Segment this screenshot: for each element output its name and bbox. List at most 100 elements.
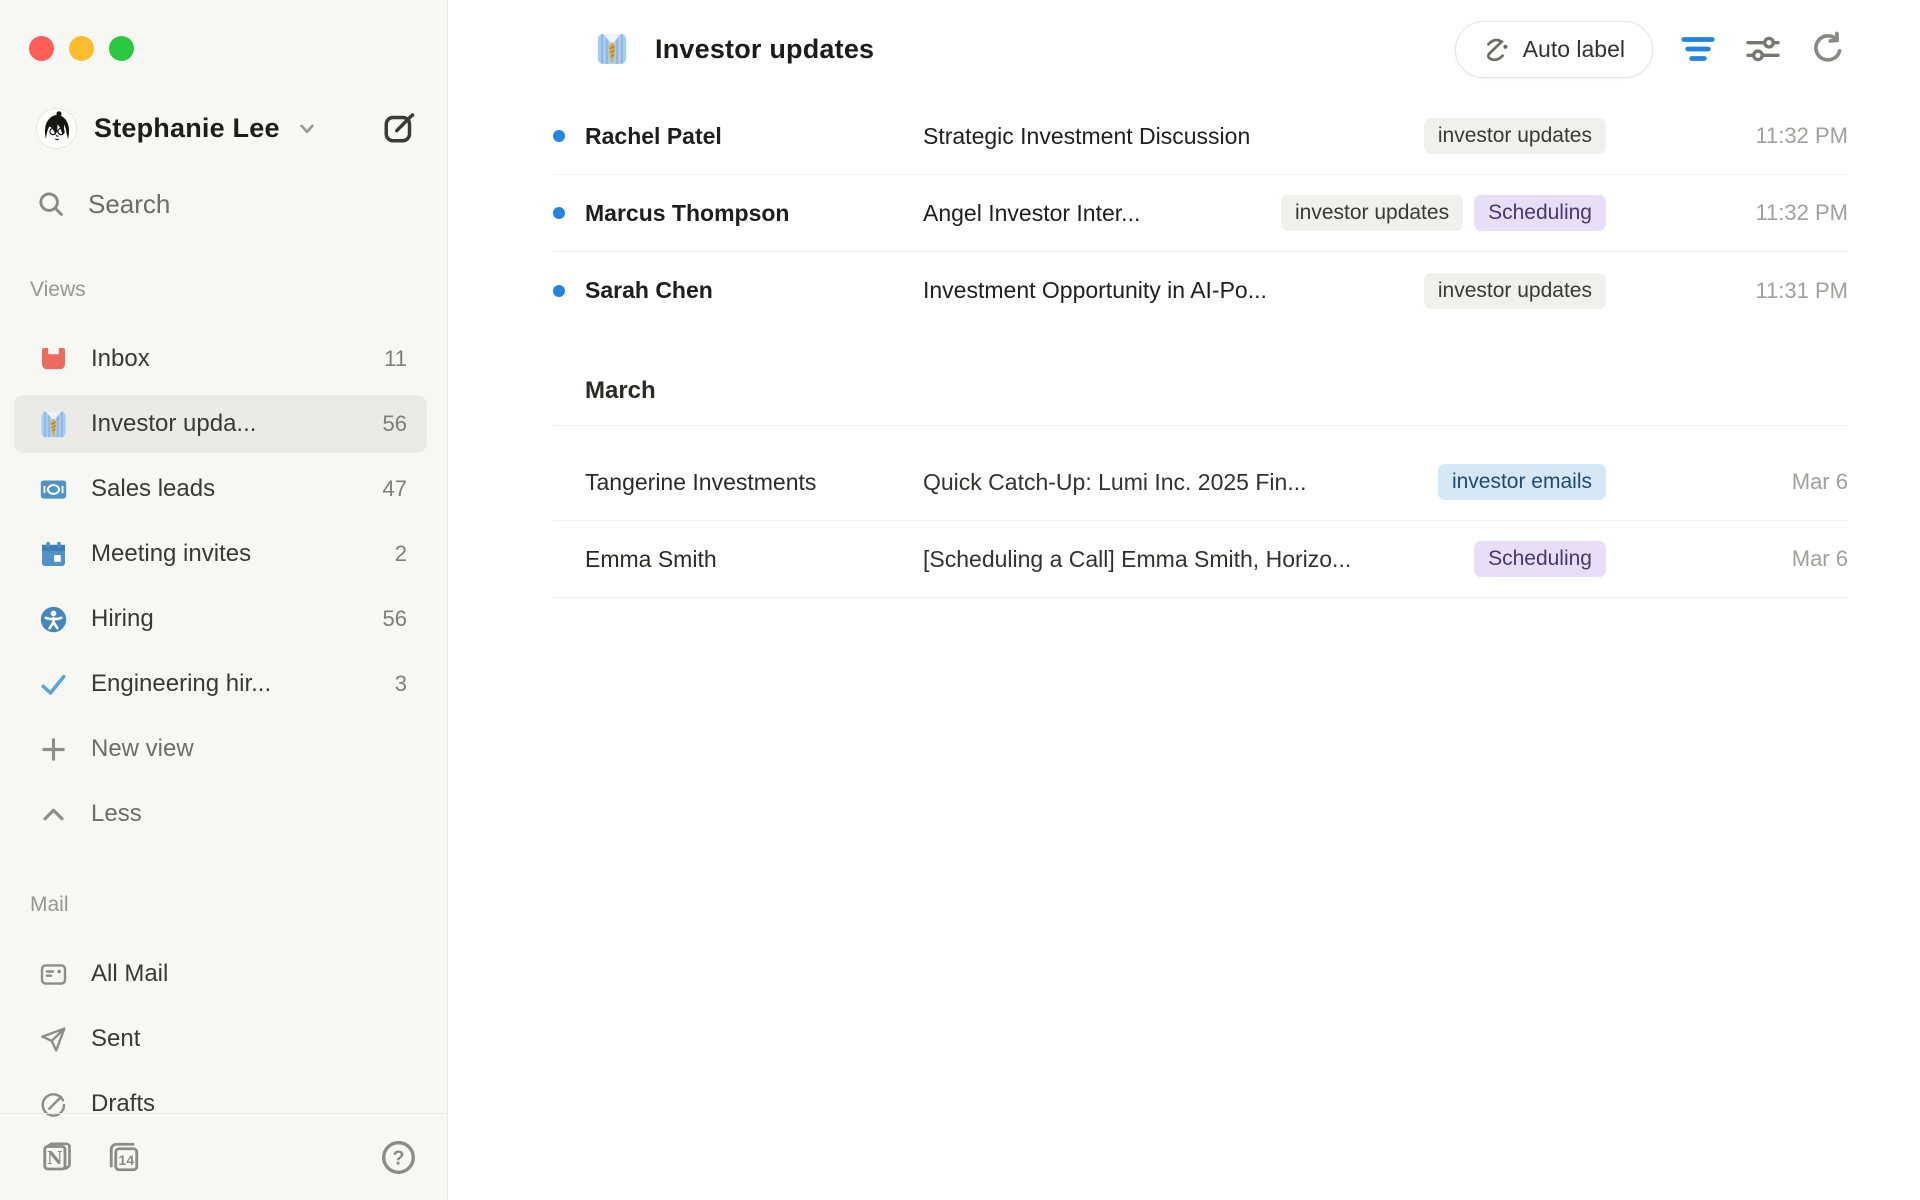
email-row[interactable]: Tangerine Investments Quick Catch-Up: Lu… <box>553 444 1848 521</box>
unread-count: 3 <box>395 671 407 697</box>
sidebar-item-label: Hiring <box>91 605 154 633</box>
display-options-button[interactable] <box>1743 29 1783 69</box>
email-tag-investor-updates[interactable]: investor updates <box>1424 273 1606 309</box>
auto-label-label: Auto label <box>1523 36 1625 63</box>
sidebar-item-label: Meeting invites <box>91 540 251 568</box>
email-tag-scheduling[interactable]: Scheduling <box>1474 541 1606 577</box>
refresh-button[interactable] <box>1808 29 1848 69</box>
email-row[interactable]: Emma Smith [Scheduling a Call] Emma Smit… <box>553 521 1848 598</box>
unread-count: 47 <box>383 476 407 502</box>
inbox-icon <box>39 345 68 374</box>
email-sender: Tangerine Investments <box>585 469 923 496</box>
question-mark-icon: ? <box>380 1139 417 1176</box>
unread-count: 56 <box>383 411 407 437</box>
close-window-button[interactable] <box>29 36 54 61</box>
email-tags: investor emails <box>1424 464 1606 500</box>
email-sender: Rachel Patel <box>585 123 923 150</box>
filter-icon <box>1679 30 1717 68</box>
check-icon <box>39 670 68 699</box>
sidebar-item-hiring[interactable]: Hiring 56 <box>14 590 427 648</box>
email-tag-investor-emails[interactable]: investor emails <box>1438 464 1606 500</box>
email-subject: Strategic Investment Discussion <box>923 123 1250 150</box>
account-switcher[interactable]: Stephanie Lee <box>36 108 320 149</box>
email-tags: Scheduling <box>1460 541 1606 577</box>
sidebar-item-new-view[interactable]: New view <box>14 720 427 778</box>
sidebar-item-all-mail[interactable]: All Mail <box>14 945 427 1003</box>
email-row[interactable]: Sarah Chen Investment Opportunity in AI-… <box>553 252 1848 329</box>
user-name: Stephanie Lee <box>94 113 280 144</box>
calendar-14-icon: 14 <box>106 1139 142 1175</box>
email-time: 11:32 PM <box>1606 200 1848 226</box>
banknote-icon <box>39 475 68 504</box>
svg-text:14: 14 <box>118 1153 134 1169</box>
help-button[interactable]: ? <box>380 1139 417 1176</box>
unread-count: 56 <box>383 606 407 632</box>
sidebar-item-label: Sales leads <box>91 475 215 503</box>
email-sender: Sarah Chen <box>585 277 923 304</box>
svg-text:N: N <box>47 1149 63 1169</box>
svg-text:?: ? <box>392 1147 404 1169</box>
email-subject: Quick Catch-Up: Lumi Inc. 2025 Fin... <box>923 469 1307 496</box>
auto-label-button[interactable]: Auto label <box>1455 21 1653 78</box>
email-row[interactable]: Rachel Patel Strategic Investment Discus… <box>553 98 1848 175</box>
sidebar-item-label: Engineering hir... <box>91 670 271 698</box>
group-heading-march: March <box>553 329 1848 426</box>
sidebar-item-engineering-hir[interactable]: Engineering hir... 3 <box>14 655 427 713</box>
sidebar-item-label: Less <box>91 800 142 828</box>
unread-count: 2 <box>395 541 407 567</box>
compose-button[interactable] <box>381 110 417 146</box>
necktie-icon <box>39 410 68 439</box>
chevron-up-icon <box>39 800 68 829</box>
email-tags: investor updates <box>1410 118 1606 154</box>
sidebar-item-label: New view <box>91 735 194 763</box>
email-time: 11:32 PM <box>1606 123 1848 149</box>
page-title: Investor updates <box>655 34 874 65</box>
main-panel: Investor updates Auto label <box>449 0 1920 1200</box>
sidebar-item-less[interactable]: Less <box>14 785 427 843</box>
send-icon <box>39 1025 68 1054</box>
sidebar-item-meeting-invites[interactable]: Meeting invites 2 <box>14 525 427 583</box>
sidebar-item-sales-leads[interactable]: Sales leads 47 <box>14 460 427 518</box>
notion-app-button[interactable]: N <box>38 1139 74 1175</box>
sidebar-item-investor-upda[interactable]: Investor upda... 56 <box>14 395 427 453</box>
search-button[interactable]: Search <box>36 186 417 222</box>
plus-icon <box>39 735 68 764</box>
compose-icon <box>381 110 417 146</box>
zoom-window-button[interactable] <box>109 36 134 61</box>
sidebar-footer: N 14 ? <box>0 1113 447 1200</box>
email-time: 11:31 PM <box>1606 278 1848 304</box>
unread-dot <box>553 207 565 219</box>
refresh-icon <box>1809 30 1847 68</box>
sidebar: Stephanie Lee Search Views Inbox 11 Inve… <box>0 0 448 1200</box>
email-sender: Marcus Thompson <box>585 200 923 227</box>
chevron-down-icon <box>294 115 320 141</box>
necktie-icon <box>595 32 629 66</box>
avatar <box>36 108 77 149</box>
sidebar-item-label: Inbox <box>91 345 150 373</box>
filter-button[interactable] <box>1678 29 1718 69</box>
sidebar-item-label: Sent <box>91 1025 140 1053</box>
calendar-icon <box>39 540 68 569</box>
email-time: Mar 6 <box>1606 546 1848 572</box>
unread-dot <box>553 285 565 297</box>
section-label-views: Views <box>30 278 447 304</box>
email-row[interactable]: Marcus Thompson Angel Investor Inter... … <box>553 175 1848 252</box>
email-tag-investor-updates[interactable]: investor updates <box>1424 118 1606 154</box>
sidebar-item-label: Investor upda... <box>91 410 256 438</box>
email-subject: Angel Investor Inter... <box>923 200 1140 227</box>
email-subject: Investment Opportunity in AI-Po... <box>923 277 1267 304</box>
email-tag-scheduling[interactable]: Scheduling <box>1474 195 1606 231</box>
notion-calendar-button[interactable]: 14 <box>106 1139 142 1175</box>
sidebar-item-inbox[interactable]: Inbox 11 <box>14 330 427 388</box>
minimize-window-button[interactable] <box>69 36 94 61</box>
unread-count: 11 <box>384 346 407 372</box>
search-label: Search <box>88 189 170 220</box>
person-circle-icon <box>39 605 68 634</box>
sidebar-item-sent[interactable]: Sent <box>14 1010 427 1068</box>
email-tag-investor-updates[interactable]: investor updates <box>1281 195 1463 231</box>
email-time: Mar 6 <box>1606 469 1848 495</box>
email-tags: investor updates <box>1410 273 1606 309</box>
window-controls <box>29 36 447 62</box>
email-subject: [Scheduling a Call] Emma Smith, Horizo..… <box>923 546 1351 573</box>
sliders-icon <box>1744 30 1782 68</box>
